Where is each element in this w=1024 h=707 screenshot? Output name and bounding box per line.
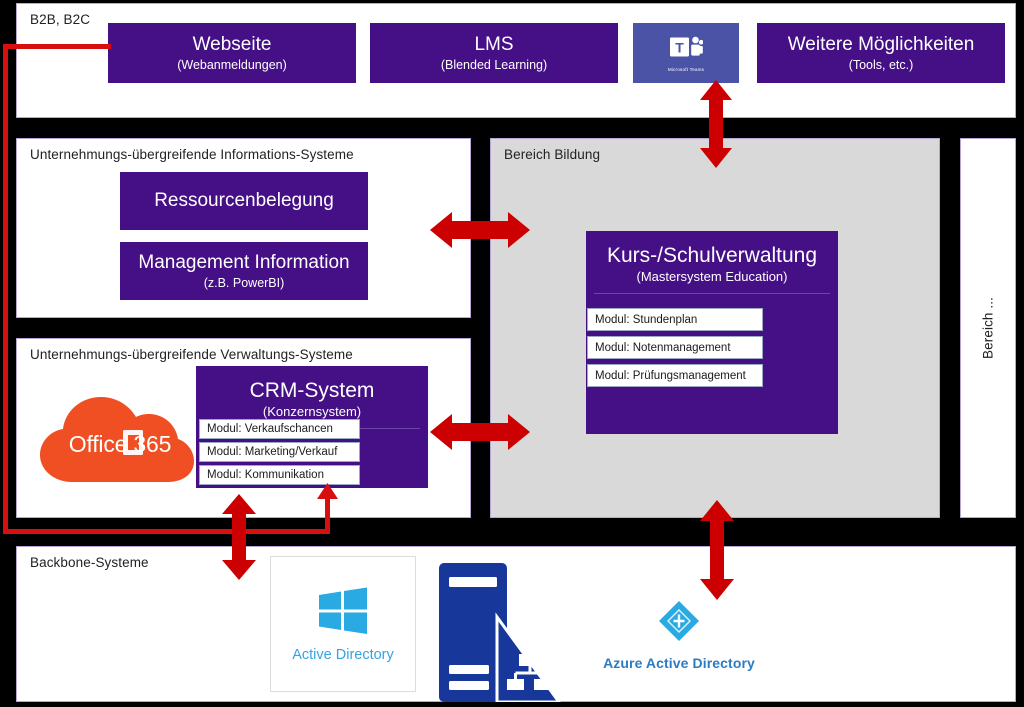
tile-webseite[interactable]: Webseite (Webanmeldungen) xyxy=(108,23,356,83)
tile-weitere-moeglichkeiten-subtitle: (Tools, etc.) xyxy=(848,57,914,72)
azure-active-directory-label: Azure Active Directory xyxy=(603,655,755,671)
crm-system-title: CRM-System xyxy=(249,379,375,402)
education-module-item[interactable]: Modul: Stundenplan xyxy=(587,308,763,331)
crm-system-subtitle: (Konzernsystem) xyxy=(262,404,362,419)
kurs-schulverwaltung-title: Kurs-/Schulverwaltung xyxy=(606,244,818,267)
crm-module-item[interactable]: Modul: Verkaufschancen xyxy=(199,419,360,439)
tile-lms-subtitle: (Blended Learning) xyxy=(440,57,548,72)
education-module-item[interactable]: Modul: Prüfungsmanagement xyxy=(587,364,763,387)
education-module-item[interactable]: Modul: Notenmanagement xyxy=(587,336,763,359)
tile-webseite-subtitle: (Webanmeldungen) xyxy=(177,57,287,72)
panel-education-area-label: Bereich Bildung xyxy=(504,147,601,162)
arrow-administration-education xyxy=(430,410,530,459)
active-directory-label: Active Directory xyxy=(292,646,394,663)
tile-management-information[interactable]: Management Information (z.B. PowerBI) xyxy=(120,242,368,300)
connector-webseite-horizontal xyxy=(3,44,111,49)
arrow-information-education xyxy=(430,208,530,257)
kurs-schulverwaltung-header: Kurs-/Schulverwaltung (Mastersystem Educ… xyxy=(586,231,838,284)
tile-ressourcenbelegung-title: Ressourcenbelegung xyxy=(154,190,334,212)
panel-other-area: Bereich ... xyxy=(960,138,1016,518)
crm-system-header: CRM-System (Konzernsystem) xyxy=(196,366,428,419)
tile-webseite-title: Webseite xyxy=(192,34,272,56)
office365-label: Office 365 xyxy=(68,431,172,457)
arrow-education-backbone xyxy=(700,500,734,605)
tile-microsoft-teams[interactable]: T Microsoft Teams xyxy=(633,23,739,83)
tile-lms-title: LMS xyxy=(474,34,514,56)
panel-administration-systems-label: Unternehmungs-übergreifende Verwaltungs-… xyxy=(30,347,353,362)
card-active-directory[interactable]: Active Directory xyxy=(270,556,416,692)
svg-text:T: T xyxy=(675,39,684,55)
microsoft-teams-label: Microsoft Teams xyxy=(667,66,705,72)
office365-logo: Office 365 xyxy=(28,382,194,487)
architecture-diagram: B2B, B2C Webseite (Webanmeldungen) LMS (… xyxy=(0,0,1024,704)
arrow-teams-education xyxy=(700,80,732,173)
education-module-list: Modul: Stundenplan Modul: Notenmanagemen… xyxy=(587,308,763,387)
microsoft-teams-icon: T xyxy=(669,35,704,64)
panel-information-systems-label: Unternehmungs-übergreifende Informations… xyxy=(30,147,354,162)
tile-management-information-title: Management Information xyxy=(138,252,350,274)
connector-crm-arrowhead xyxy=(317,483,338,504)
connector-bottom-horizontal xyxy=(3,529,330,534)
crm-module-item[interactable]: Modul: Kommunikation xyxy=(199,465,360,485)
tile-weitere-moeglichkeiten[interactable]: Weitere Möglichkeiten (Tools, etc.) xyxy=(757,23,1005,83)
azure-active-directory[interactable]: Azure Active Directory xyxy=(593,598,765,671)
crm-module-list: Modul: Verkaufschancen Modul: Marketing/… xyxy=(199,419,360,485)
tile-ressourcenbelegung[interactable]: Ressourcenbelegung xyxy=(120,172,368,230)
tile-lms[interactable]: LMS (Blended Learning) xyxy=(370,23,618,83)
panel-backbone-label: Backbone-Systeme xyxy=(30,555,149,570)
kurs-schulverwaltung-divider xyxy=(594,293,830,294)
tile-management-information-subtitle: (z.B. PowerBI) xyxy=(203,275,285,290)
azure-ad-diamond-icon xyxy=(656,601,702,648)
connector-webseite-vertical xyxy=(3,44,8,534)
crm-module-item[interactable]: Modul: Marketing/Verkauf xyxy=(199,442,360,462)
server-tower-icon xyxy=(437,561,562,704)
panel-channels-label: B2B, B2C xyxy=(30,12,91,27)
windows-logo-icon xyxy=(317,586,369,641)
kurs-schulverwaltung-subtitle: (Mastersystem Education) xyxy=(636,269,788,284)
panel-other-area-label: Bereich ... xyxy=(980,297,996,359)
arrow-administration-backbone xyxy=(222,494,256,585)
tile-weitere-moeglichkeiten-title: Weitere Möglichkeiten xyxy=(787,34,975,56)
